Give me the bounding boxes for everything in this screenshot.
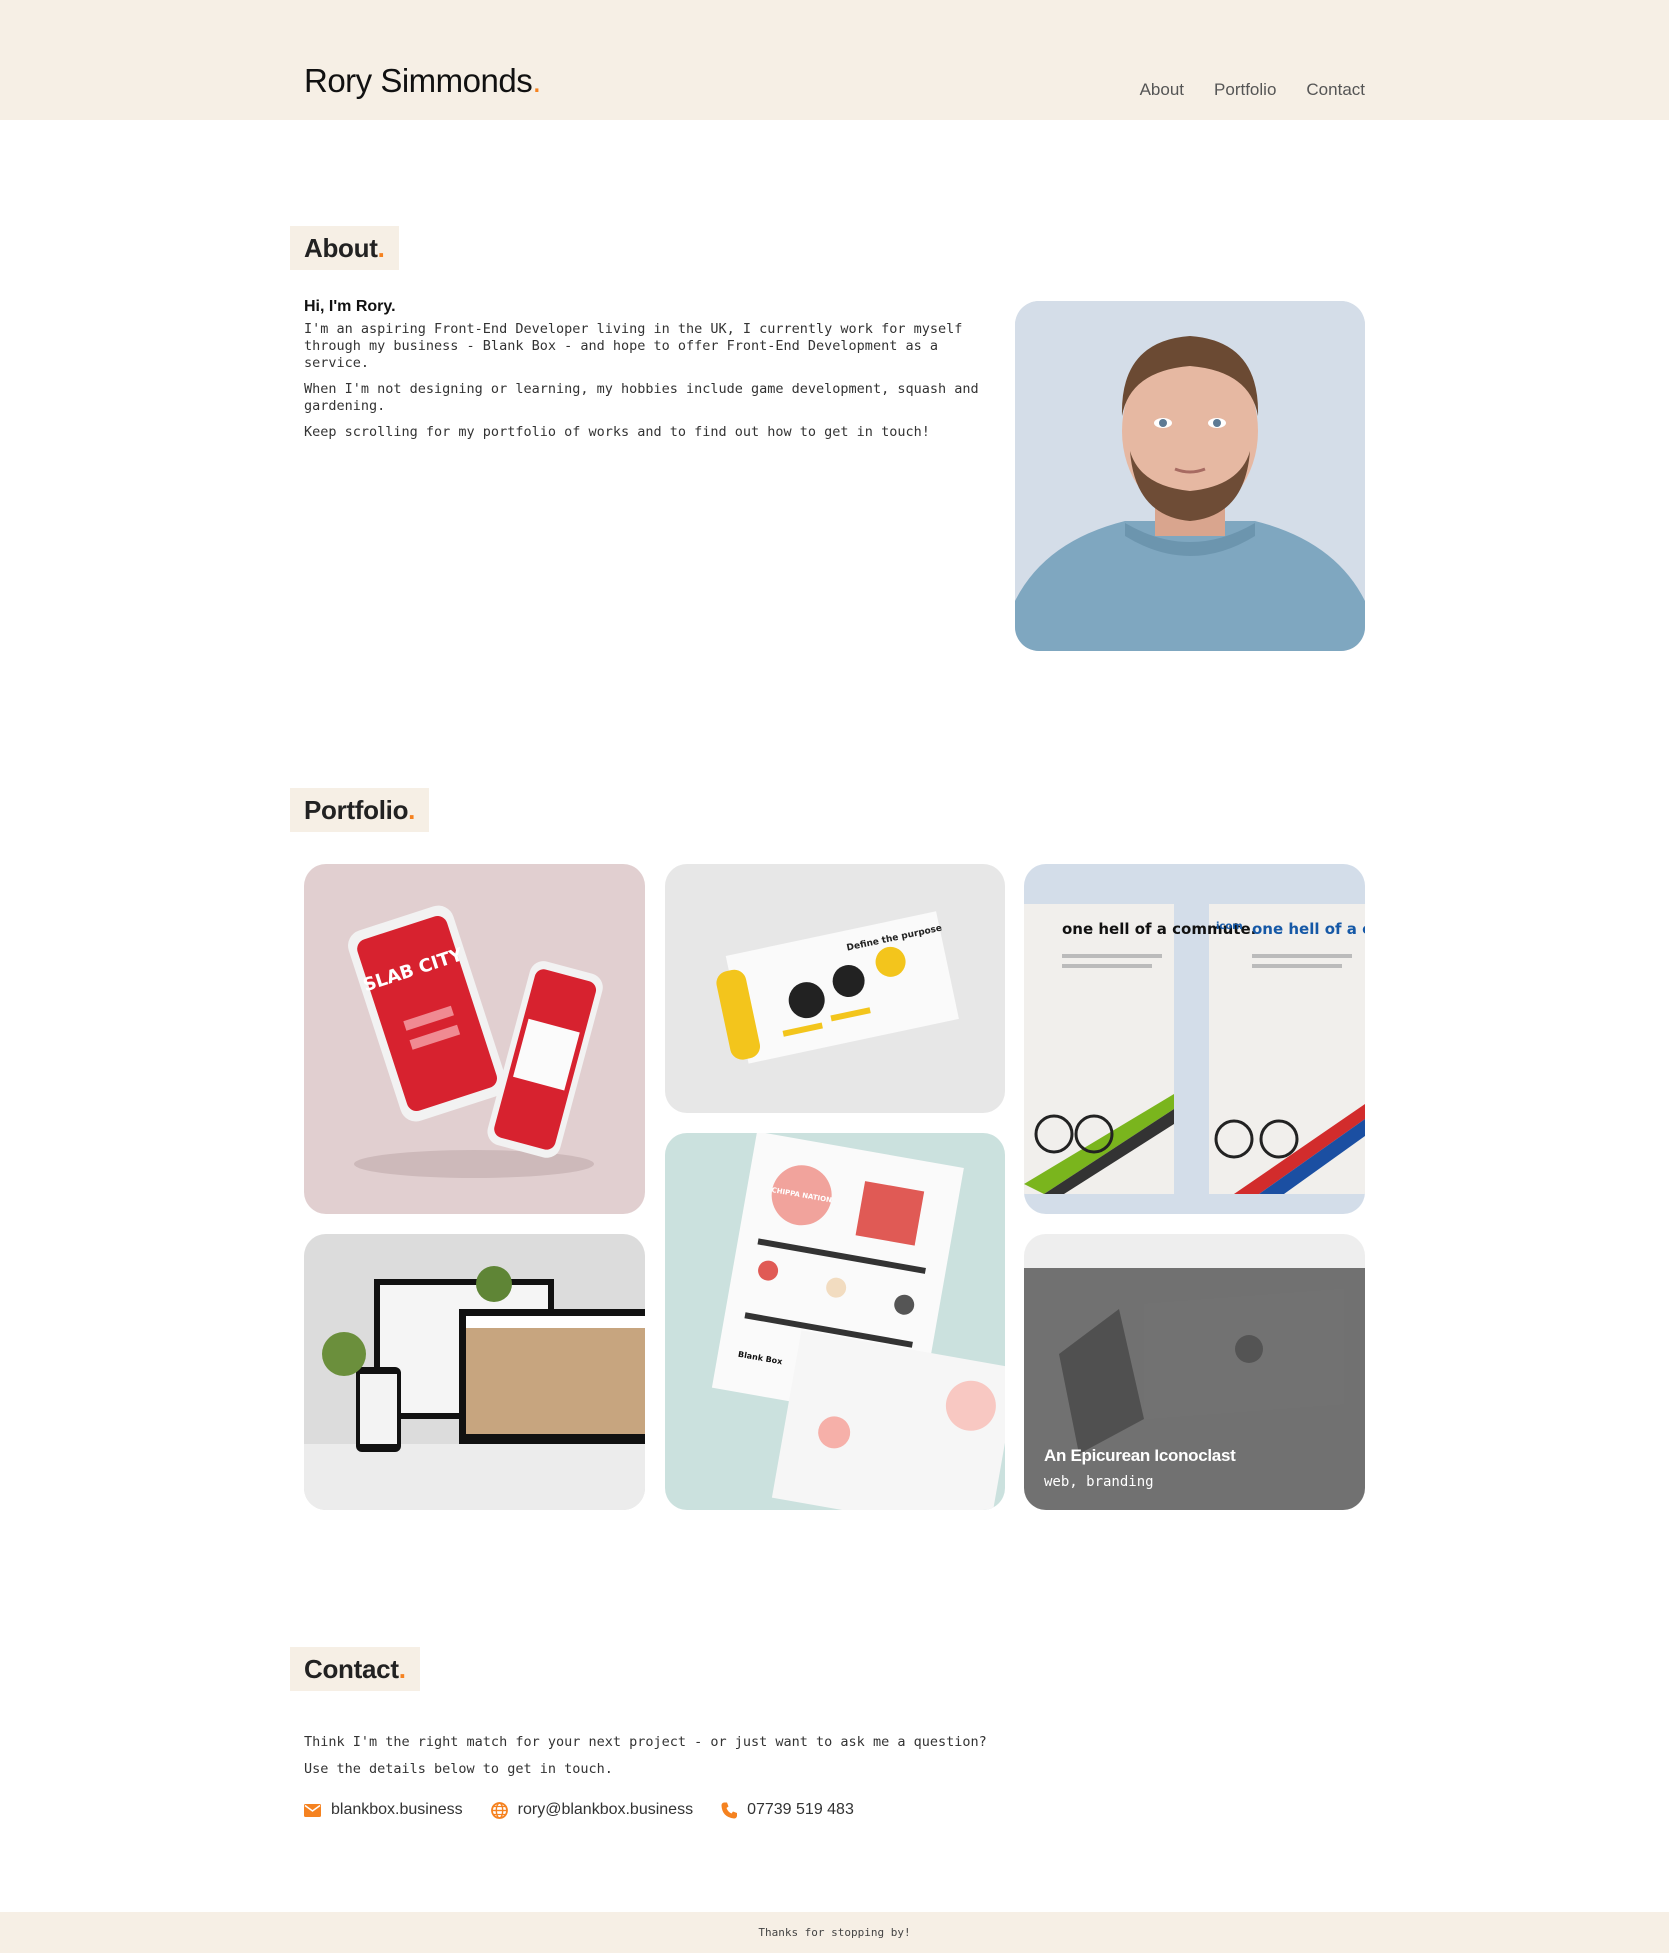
contact-website-text: blankbox.business	[331, 1801, 463, 1818]
about-text: Hi, I'm Rory. I'm an aspiring Front-End …	[304, 298, 1004, 450]
portfolio-item-slab-city[interactable]: SLAB CITY	[304, 864, 645, 1214]
heading-dot: .	[398, 1654, 406, 1684]
site-header: Rory Simmonds. About Portfolio Contact	[0, 0, 1669, 120]
profile-photo	[1015, 301, 1365, 651]
contact-heading-text: Contact	[304, 1654, 399, 1684]
icom-logo-mark: icom	[1216, 921, 1243, 932]
about-paragraph: When I'm not designing or learning, my h…	[304, 381, 979, 414]
about-greeting: Hi, I'm Rory.	[304, 298, 396, 315]
portfolio-item-epicurean-iconoclast[interactable]: An Epicurean Iconoclast web, branding	[1024, 1234, 1365, 1510]
about-paragraph: Keep scrolling for my portfolio of works…	[304, 424, 930, 440]
logo-text: Rory Simmonds	[304, 62, 533, 99]
portfolio-item-chippa-nation[interactable]: CHIPPA NATION Blank Box	[665, 1133, 1005, 1510]
poster-heading: one hell of a commute.	[1252, 920, 1365, 938]
portfolio-item-tags: web, branding	[1044, 1474, 1154, 1490]
globe-icon	[490, 1801, 508, 1819]
nav-contact[interactable]: Contact	[1306, 80, 1365, 100]
portfolio-item-brochure[interactable]: Define the purpose	[665, 864, 1005, 1113]
nav-about[interactable]: About	[1140, 80, 1184, 100]
site-footer: Thanks for stopping by!	[0, 1912, 1669, 1953]
contact-email-text: rory@blankbox.business	[517, 1801, 694, 1818]
about-heading: About.	[290, 226, 399, 270]
contact-website[interactable]: blankbox.business	[304, 1801, 463, 1819]
phone-icon	[721, 1802, 738, 1818]
main-nav: About Portfolio Contact	[1140, 80, 1365, 100]
contact-heading: Contact.	[290, 1647, 420, 1691]
portfolio-heading-text: Portfolio	[304, 795, 409, 825]
contact-intro: Think I'm the right match for your next …	[304, 1729, 987, 1783]
contact-phone[interactable]: 07739 519 483	[721, 1801, 854, 1819]
contact-phone-text: 07739 519 483	[747, 1801, 854, 1818]
portfolio-item-title: An Epicurean Iconoclast	[1044, 1446, 1236, 1465]
contact-line: Use the details below to get in touch.	[304, 1761, 613, 1777]
about-heading-text: About	[304, 233, 378, 263]
nav-portfolio[interactable]: Portfolio	[1214, 80, 1276, 100]
portfolio-item-icom-posters[interactable]: one hell of a commute. one hell of a com…	[1024, 864, 1365, 1214]
envelope-icon	[304, 1803, 321, 1817]
portfolio-item-website-devices[interactable]	[304, 1234, 645, 1510]
heading-dot: .	[377, 233, 385, 263]
footer-text: Thanks for stopping by!	[758, 1926, 911, 1939]
portfolio-heading: Portfolio.	[290, 788, 430, 832]
about-paragraph: I'm an aspiring Front-End Developer livi…	[304, 321, 963, 371]
contact-details: blankbox.business rory@blankbox.business…	[304, 1801, 854, 1819]
contact-email[interactable]: rory@blankbox.business	[490, 1801, 694, 1819]
logo-dot: .	[532, 62, 541, 99]
heading-dot: .	[408, 795, 416, 825]
contact-line: Think I'm the right match for your next …	[304, 1734, 987, 1750]
site-logo[interactable]: Rory Simmonds.	[304, 62, 541, 100]
